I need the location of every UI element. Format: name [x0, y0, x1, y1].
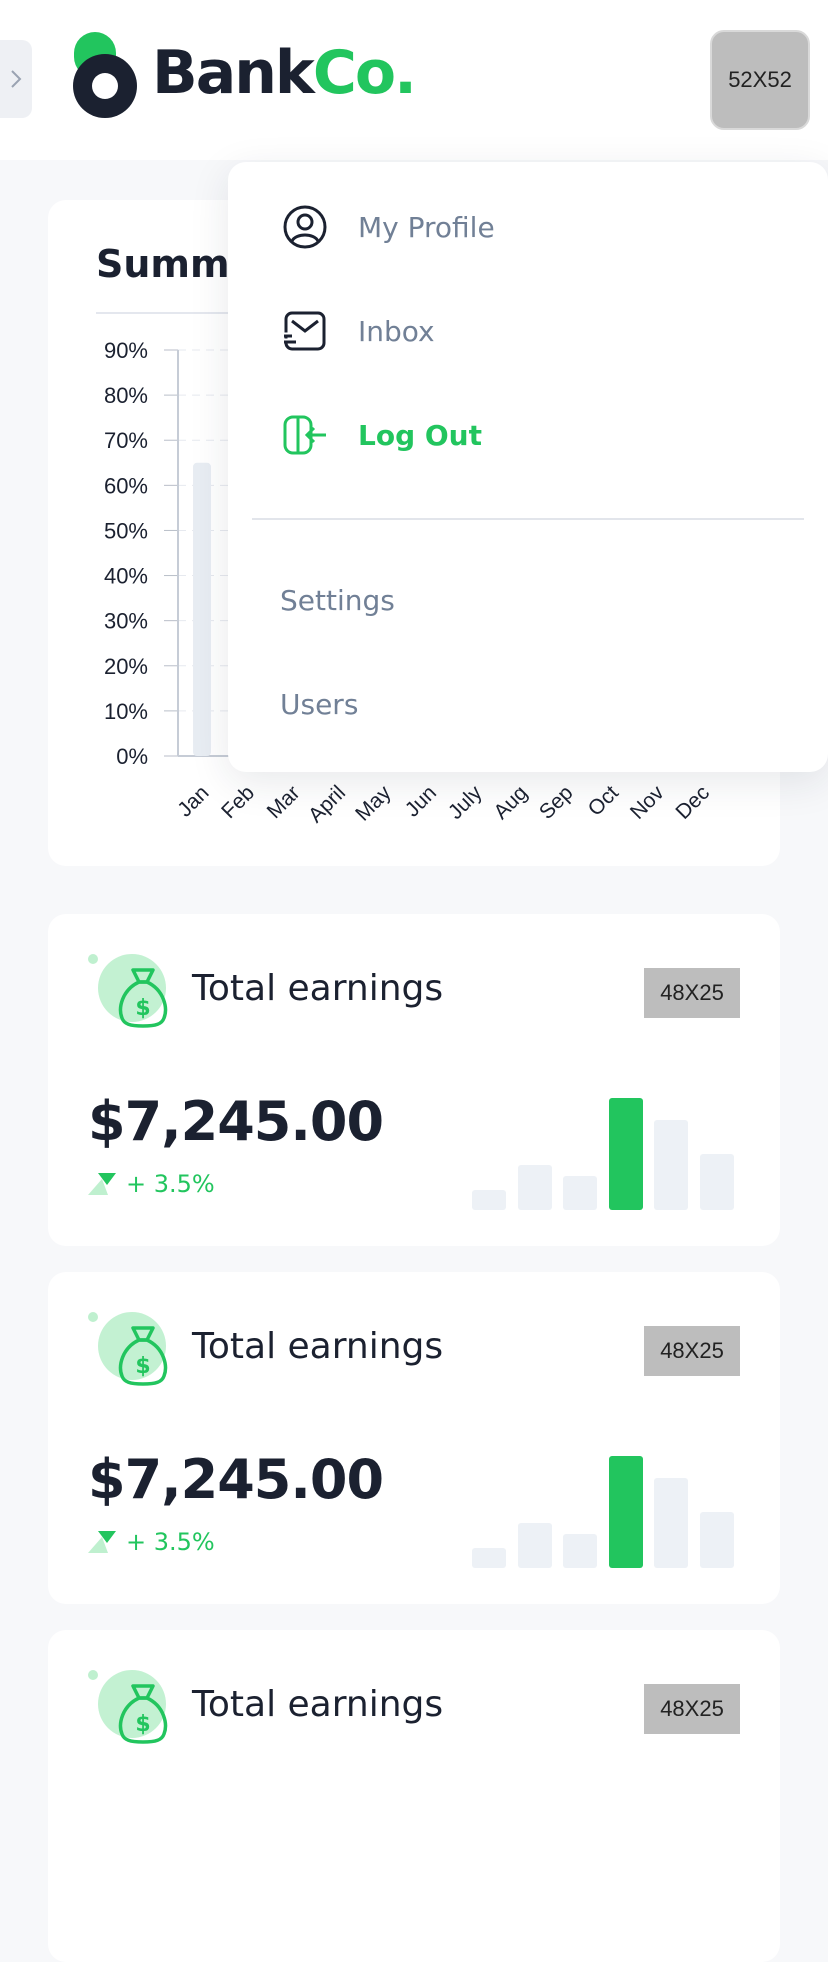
mini-chart-bar	[608, 1098, 643, 1210]
money-bag-icon: $	[118, 1326, 168, 1386]
earnings-card: $ Total earnings 48X25 $7,245.00 + 3.5%	[48, 1272, 780, 1604]
x-tick-label: April	[304, 781, 350, 827]
earnings-mini-chart	[472, 1094, 742, 1210]
earnings-change-value: + 3.5%	[126, 1528, 215, 1556]
svg-text:$: $	[135, 996, 150, 1021]
mini-chart-bar	[699, 1154, 734, 1210]
x-tick-label: Jan	[173, 781, 213, 821]
chevron-right-icon	[11, 70, 22, 88]
earnings-title: Total earnings	[192, 1326, 444, 1367]
earnings-change: + 3.5%	[88, 1528, 215, 1556]
mini-chart-bar	[563, 1534, 597, 1568]
decor-dot	[88, 1670, 98, 1680]
earnings-badge: 48X25	[644, 968, 740, 1018]
menu-item-label: My Profile	[358, 210, 495, 244]
menu-item-my-profile[interactable]: My Profile	[282, 204, 495, 250]
earnings-change-value: + 3.5%	[126, 1170, 215, 1198]
y-tick-label: 60%	[104, 473, 148, 498]
earnings-title: Total earnings	[192, 1684, 444, 1725]
y-tick-label: 10%	[104, 699, 148, 724]
chart-bar-jan[interactable]	[193, 462, 211, 756]
mini-chart-bar	[472, 1190, 506, 1210]
logo-text-bank: Bank	[152, 38, 315, 108]
earnings-amount: $7,245.00	[88, 1448, 384, 1511]
earnings-badge: 48X25	[644, 1684, 740, 1734]
x-tick-label: Mar	[263, 781, 305, 823]
menu-link-settings[interactable]: Settings	[280, 584, 395, 617]
x-tick-label: Oct	[584, 781, 623, 820]
x-tick-label: Nov	[626, 781, 669, 824]
earnings-title: Total earnings	[192, 968, 444, 1009]
money-bag-icon: $	[118, 968, 168, 1028]
earnings-mini-chart	[472, 1452, 742, 1568]
mini-chart-bar	[517, 1523, 552, 1568]
trend-up-icon	[88, 1173, 116, 1195]
menu-item-label: Log Out	[358, 418, 482, 452]
menu-item-log-out[interactable]: Log Out	[282, 412, 482, 458]
user-circle-icon	[282, 204, 328, 250]
mini-chart-bar	[563, 1176, 597, 1210]
y-tick-label: 20%	[104, 654, 148, 679]
sidebar-toggle-button[interactable]	[0, 40, 32, 118]
mini-chart-bar	[608, 1456, 643, 1568]
y-tick-label: 0%	[116, 744, 148, 769]
earnings-change: + 3.5%	[88, 1170, 215, 1198]
y-tick-label: 50%	[104, 518, 148, 543]
y-tick-label: 30%	[104, 609, 148, 634]
logo-text-co: Co.	[312, 38, 417, 108]
dropdown-divider	[252, 518, 804, 520]
logout-icon	[282, 412, 328, 458]
menu-item-label: Inbox	[358, 314, 435, 348]
x-tick-label: Aug	[489, 781, 532, 824]
earnings-amount: $7,245.00	[88, 1090, 384, 1153]
y-tick-label: 80%	[104, 383, 148, 408]
avatar[interactable]: 52X52	[710, 30, 810, 130]
earnings-card: $ Total earnings 48X25	[48, 1630, 780, 1962]
decor-dot	[88, 954, 98, 964]
mini-chart-bar	[517, 1165, 552, 1210]
logo-mark-icon	[73, 32, 137, 118]
bankco-logo[interactable]: BankCo.	[72, 30, 417, 125]
mini-chart-bar	[654, 1478, 688, 1568]
x-tick-label: Feb	[217, 781, 259, 823]
svg-text:$: $	[135, 1712, 150, 1737]
x-tick-label: Sep	[535, 781, 578, 824]
x-tick-label: Jun	[401, 781, 441, 821]
profile-dropdown-menu: My Profile Inbox Log Out Settings Users	[228, 162, 828, 772]
mini-chart-bar	[654, 1120, 688, 1210]
top-header: BankCo. 52X52	[0, 0, 828, 160]
svg-text:$: $	[135, 1354, 150, 1379]
decor-dot	[88, 1312, 98, 1322]
mini-chart-bar	[699, 1512, 734, 1568]
trend-up-icon	[88, 1531, 116, 1553]
x-tick-label: May	[351, 781, 396, 826]
y-tick-label: 90%	[104, 338, 148, 363]
money-bag-icon: $	[118, 1684, 168, 1744]
earnings-badge: 48X25	[644, 1326, 740, 1376]
earnings-card: $ Total earnings 48X25 $7,245.00 + 3.5%	[48, 914, 780, 1246]
menu-link-users[interactable]: Users	[280, 688, 358, 721]
inbox-icon	[282, 308, 328, 354]
y-tick-label: 40%	[104, 564, 148, 589]
x-tick-label: July	[444, 781, 487, 824]
menu-item-inbox[interactable]: Inbox	[282, 308, 435, 354]
y-tick-label: 70%	[104, 428, 148, 453]
mini-chart-bar	[472, 1548, 506, 1568]
logo-text: BankCo.	[152, 38, 417, 108]
x-tick-label: Dec	[671, 781, 714, 824]
